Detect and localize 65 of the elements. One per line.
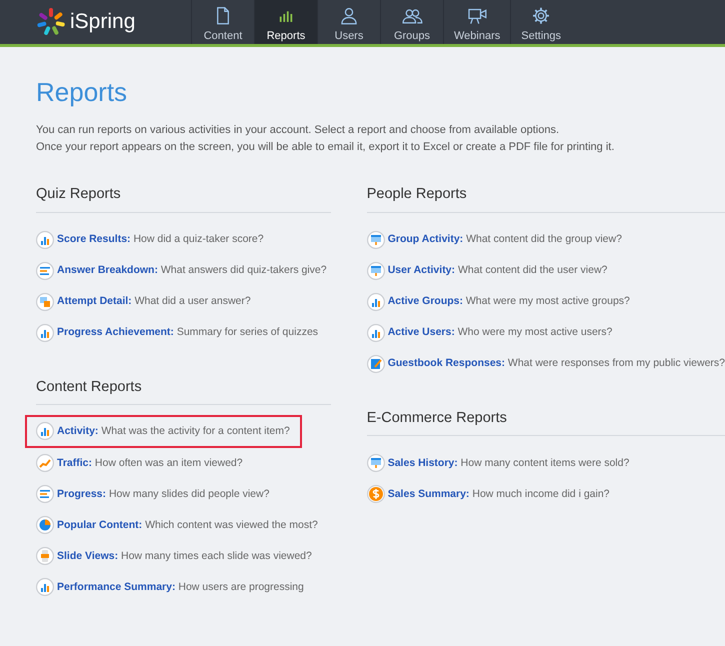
nav-tab[interactable]: Settings (510, 0, 572, 44)
report-description: Sales History: How many content items were sold? (388, 456, 630, 471)
notebook-icon (366, 355, 385, 374)
report-description: Group Activity: What content did the group view? (388, 232, 622, 248)
report-description: Active Groups: What were my most active groups? (388, 294, 630, 310)
report-link[interactable]: Sales History: (388, 456, 458, 469)
report-link[interactable]: Active Users: (388, 326, 455, 338)
report-description: Score Results: How did a quiz-taker score? (57, 232, 264, 248)
document-stack-icon (36, 293, 54, 312)
report-link[interactable]: Guestbook Responses: (388, 357, 505, 370)
report-description: Guestbook Responses: What were responses from my public viewers? (388, 356, 725, 372)
report-description: User Activity: What content did the user view? (388, 263, 608, 278)
section-heading: Quiz Reports (36, 186, 331, 213)
report-link[interactable]: Activity: (57, 424, 98, 437)
report-description: Sales Summary: How much income did i gain? (388, 486, 610, 502)
report-description: Progress Achievement: Summary for series of quizzes (57, 325, 318, 340)
report-link[interactable]: Attempt Detail: (57, 295, 132, 308)
page-title: Reports (36, 77, 128, 108)
report-link[interactable]: Sales Summary: (388, 488, 470, 500)
report-description: Slide Views: How many times each slide was viewed? (57, 548, 312, 564)
report-description: Attempt Detail: What did a user answer? (57, 294, 251, 310)
report-description: Progress: How many slides did people view? (57, 486, 270, 502)
list-lines-icon (36, 262, 54, 280)
nav-tab[interactable]: Users (317, 0, 380, 44)
section-heading: People Reports (366, 186, 725, 213)
report-link[interactable]: Popular Content: (57, 518, 142, 531)
bar-chart-icon (36, 324, 54, 342)
nav-tab[interactable]: Reports (254, 0, 317, 44)
video-camera-icon (466, 6, 488, 26)
pie-chart-icon (36, 516, 54, 534)
report-link[interactable]: Active Groups: (388, 295, 463, 308)
report-link[interactable]: User Activity: (388, 264, 456, 276)
report-link[interactable]: Traffic: (57, 456, 92, 469)
logo-icon (36, 7, 66, 37)
report-link[interactable]: Performance Summary: (57, 580, 176, 593)
report-description: Active Users: Who were my most active users? (388, 325, 612, 340)
slide-icon (36, 547, 54, 566)
report-link[interactable]: Slide Views: (57, 550, 118, 562)
nav-tab[interactable]: Groups (380, 0, 443, 44)
bar-chart-icon (36, 578, 54, 596)
report-description: Activity: What was the activity for a content item? (57, 424, 290, 439)
dollar-icon (366, 485, 385, 504)
screen-icon (366, 262, 385, 280)
report-description: Traffic: How often was an item viewed? (57, 456, 243, 471)
report-link[interactable]: Score Results: (57, 233, 131, 246)
report-link[interactable]: Answer Breakdown: (57, 264, 158, 276)
bar-chart-icon (36, 231, 54, 250)
screen-icon (366, 454, 385, 472)
report-description: Answer Breakdown: What answers did quiz-takers give? (57, 263, 327, 278)
brand-name: iSpring (70, 9, 136, 36)
report-description: Popular Content: Which content was viewed the most? (57, 518, 318, 533)
report-description: Performance Summary: How users are progressing (57, 580, 304, 595)
report-link[interactable]: Progress Achievement: (57, 326, 174, 338)
bar-chart-icon (36, 422, 54, 440)
section-heading: Content Reports (36, 378, 331, 405)
report-link[interactable]: Progress: (57, 488, 106, 500)
screen-icon (366, 231, 385, 250)
list-lines-icon (36, 485, 54, 504)
report-link[interactable]: Group Activity: (388, 233, 464, 246)
intro-text: Once your report appears on the screen, you will be able to email it, export it to Excel or create a PDF file for printing it. (36, 140, 616, 156)
bar-chart-icon (366, 293, 385, 312)
intro-text: You can run reports on various activities in your account. Select a report and choose from available options. (36, 123, 560, 138)
bar-chart-icon (366, 324, 385, 342)
nav-tab[interactable]: Webinars (443, 0, 510, 44)
section-heading: E-Commerce Reports (366, 410, 725, 436)
